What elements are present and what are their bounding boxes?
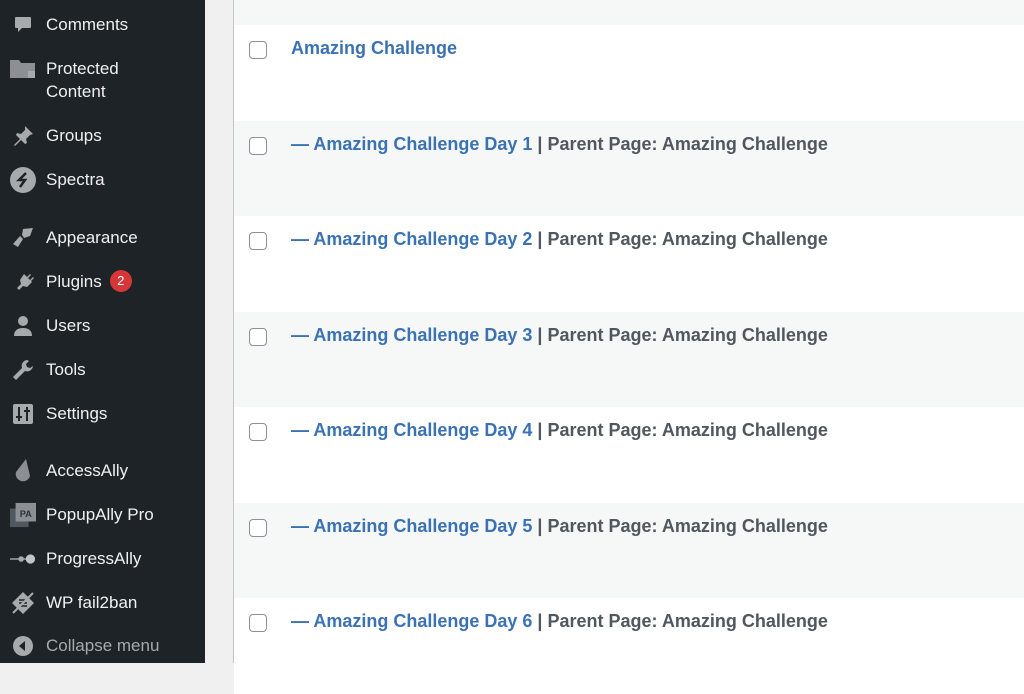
sidebar-item-label: Collapse menu [46, 636, 160, 655]
paintbrush-icon [10, 226, 36, 250]
row-title: — Amazing Challenge Day 6 | Parent Page:… [291, 611, 828, 632]
accessally-icon [10, 459, 36, 483]
sidebar-item-protected-content[interactable]: Protected Content [0, 57, 150, 103]
row-title: — Amazing Challenge Day 2 | Parent Page:… [291, 229, 828, 250]
sidebar-item-users[interactable]: Users [0, 314, 205, 338]
pages-list: Amazing Challenge — Amazing Challenge Da… [234, 0, 1024, 694]
admin-sidebar: Comments Protected Content Groups Spectr… [0, 0, 205, 663]
table-row: — Amazing Challenge Day 6 | Parent Page:… [234, 598, 1024, 694]
sidebar-item-settings[interactable]: Settings [0, 402, 205, 426]
pin-icon [10, 124, 36, 148]
sidebar-item-wp-fail2ban[interactable]: WP fail2ban [0, 591, 205, 615]
wrench-icon [10, 358, 36, 382]
sidebar-item-label: Tools [46, 360, 86, 379]
page-title-link[interactable]: — Amazing Challenge Day 1 [291, 134, 532, 154]
sidebar-item-label: Spectra [46, 170, 105, 189]
row-title: — Amazing Challenge Day 3 | Parent Page:… [291, 325, 828, 346]
sidebar-item-spectra[interactable]: Spectra [0, 167, 205, 193]
row-title: Amazing Challenge [291, 38, 457, 59]
row-checkbox[interactable] [249, 137, 267, 155]
sidebar-item-label: AccessAlly [46, 461, 129, 480]
page-title-link[interactable]: Amazing Challenge [291, 38, 457, 58]
sidebar-item-label: ProgressAlly [46, 549, 142, 568]
table-row: — Amazing Challenge Day 4 | Parent Page:… [234, 407, 1024, 503]
sidebar-item-label: Settings [46, 404, 108, 423]
comment-icon [10, 13, 36, 37]
sidebar-item-appearance[interactable]: Appearance [0, 226, 205, 250]
table-row: — Amazing Challenge Day 2 | Parent Page:… [234, 216, 1024, 312]
folder-lock-icon [10, 57, 36, 81]
collapse-menu-button[interactable]: Collapse menu [0, 634, 205, 658]
sidebar-item-label: PopupAlly Pro [46, 505, 154, 524]
page-title-link[interactable]: — Amazing Challenge Day 5 [291, 516, 532, 536]
row-checkbox[interactable] [249, 519, 267, 537]
page-title-link[interactable]: — Amazing Challenge Day 3 [291, 325, 532, 345]
collapse-icon [10, 634, 36, 658]
parent-page-label: | Parent Page: Amazing Challenge [532, 325, 828, 345]
sidebar-item-progressally[interactable]: ProgressAlly [0, 547, 205, 571]
user-icon [10, 314, 36, 338]
spectra-icon [10, 167, 36, 193]
table-row: — Amazing Challenge Day 5 | Parent Page:… [234, 503, 1024, 599]
sidebar-item-label: Comments [46, 15, 129, 34]
sidebar-item-plugins[interactable]: Plugins 2 [0, 270, 205, 294]
plug-icon [10, 270, 36, 294]
row-checkbox[interactable] [249, 423, 267, 441]
sidebar-item-label: Plugins [46, 272, 102, 291]
parent-page-label: | Parent Page: Amazing Challenge [532, 134, 828, 154]
sidebar-item-popupally-pro[interactable]: PA PopupAlly Pro [0, 502, 205, 528]
sidebar-item-label: Groups [46, 126, 102, 145]
table-row [234, 0, 1024, 25]
row-checkbox[interactable] [249, 41, 267, 59]
plugins-update-badge: 2 [109, 270, 132, 292]
sidebar-item-tools[interactable]: Tools [0, 358, 205, 382]
parent-page-label: | Parent Page: Amazing Challenge [532, 516, 828, 536]
sidebar-item-groups[interactable]: Groups [0, 124, 205, 148]
sidebar-item-comments[interactable]: Comments [0, 13, 205, 37]
sidebar-item-label: Protected Content [46, 59, 119, 101]
parent-page-label: | Parent Page: Amazing Challenge [532, 611, 828, 631]
svg-text:PA: PA [20, 509, 32, 519]
page-title-link[interactable]: — Amazing Challenge Day 4 [291, 420, 532, 440]
row-title: — Amazing Challenge Day 5 | Parent Page:… [291, 516, 828, 537]
progressally-icon [10, 547, 36, 571]
page-title-link[interactable]: — Amazing Challenge Day 2 [291, 229, 532, 249]
row-checkbox[interactable] [249, 232, 267, 250]
table-row: Amazing Challenge [234, 25, 1024, 121]
fail2ban-icon [10, 591, 36, 615]
sidebar-item-label: Users [46, 316, 91, 335]
row-title: — Amazing Challenge Day 4 | Parent Page:… [291, 420, 828, 441]
row-checkbox[interactable] [249, 328, 267, 346]
sidebar-item-label: Appearance [46, 228, 138, 247]
page-title-link[interactable]: — Amazing Challenge Day 6 [291, 611, 532, 631]
sliders-icon [10, 402, 36, 426]
row-title: — Amazing Challenge Day 1 | Parent Page:… [291, 134, 828, 155]
parent-page-label: | Parent Page: Amazing Challenge [532, 229, 828, 249]
sidebar-item-label: WP fail2ban [46, 593, 138, 612]
parent-page-label: | Parent Page: Amazing Challenge [532, 420, 828, 440]
row-checkbox[interactable] [249, 614, 267, 632]
sidebar-item-accessally[interactable]: AccessAlly [0, 459, 205, 483]
table-row: — Amazing Challenge Day 1 | Parent Page:… [234, 121, 1024, 217]
content-gutter [205, 0, 234, 663]
popupally-icon: PA [10, 502, 36, 528]
table-row: — Amazing Challenge Day 3 | Parent Page:… [234, 312, 1024, 408]
